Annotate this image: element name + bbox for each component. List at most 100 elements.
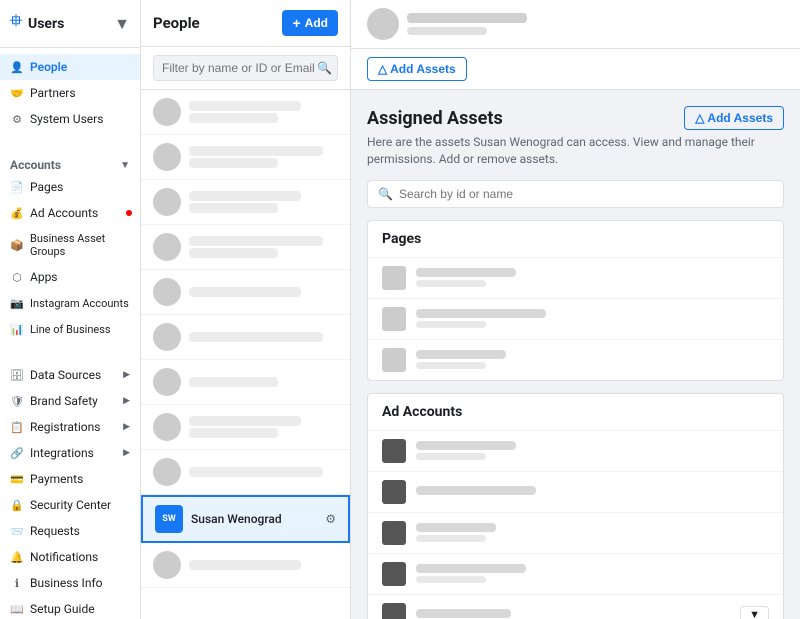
- people-info: [189, 189, 338, 215]
- asset-info: [416, 564, 769, 583]
- selected-user-name: Susan Wenograd: [191, 512, 321, 526]
- sidebar-label-system-users: System Users: [30, 112, 103, 126]
- avatar: [153, 233, 181, 261]
- people-info: [189, 285, 338, 299]
- add-assets-button-2[interactable]: △ Add Assets: [684, 106, 784, 130]
- sidebar-expand-icon[interactable]: ▼: [114, 14, 130, 34]
- people-icon: 👤: [10, 60, 24, 74]
- list-item[interactable]: [141, 450, 350, 495]
- asset-item: [368, 431, 783, 472]
- sidebar-item-people[interactable]: 👤 People: [0, 54, 140, 80]
- blurred-name: [189, 467, 323, 477]
- sidebar-item-setup-guide[interactable]: 📖 Setup Guide: [0, 596, 140, 619]
- list-item-selected[interactable]: SW Susan Wenograd ⚙: [141, 495, 350, 543]
- blurred-sub: [189, 158, 278, 168]
- people-info: [189, 330, 338, 344]
- blurred-name: [189, 560, 301, 570]
- sidebar-item-pages[interactable]: 📄 Pages: [0, 174, 140, 200]
- ad-accounts-section: Ad Accounts: [367, 393, 784, 619]
- avatar: [153, 188, 181, 216]
- right-top-sub-bar: [407, 27, 487, 35]
- avatar: [153, 368, 181, 396]
- sidebar-item-ad-accounts[interactable]: 💰 Ad Accounts: [0, 200, 140, 226]
- people-info: [189, 375, 338, 389]
- sidebar-item-brand-safety[interactable]: 🛡 Brand Safety ▶: [0, 388, 140, 414]
- sidebar-item-registrations[interactable]: 📋 Registrations ▶: [0, 414, 140, 440]
- list-item[interactable]: [141, 543, 350, 588]
- list-item[interactable]: [141, 270, 350, 315]
- asset-info: [416, 350, 769, 369]
- accounts-section-label: Accounts ▼: [0, 152, 140, 174]
- sidebar-item-instagram-accounts[interactable]: 📷 Instagram Accounts: [0, 290, 140, 316]
- sidebar-item-line-of-business[interactable]: 📊 Line of Business: [0, 316, 140, 342]
- search-input[interactable]: [153, 55, 338, 81]
- middle-panel: People + Add 🔍: [141, 0, 351, 619]
- system-users-icon: ⚙: [10, 112, 24, 126]
- sidebar-item-security-center[interactable]: 🔒 Security Center: [0, 492, 140, 518]
- add-button[interactable]: + Add: [282, 10, 338, 36]
- asset-sub-bar: [416, 576, 486, 583]
- middle-title: People: [153, 14, 200, 32]
- list-item[interactable]: [141, 315, 350, 360]
- asset-name-bar: [416, 564, 526, 573]
- blurred-sub: [189, 113, 278, 123]
- list-item[interactable]: [141, 405, 350, 450]
- middle-header: People + Add: [141, 0, 350, 47]
- list-item[interactable]: [141, 360, 350, 405]
- blurred-name: [189, 236, 323, 246]
- asset-action-button[interactable]: ▼: [740, 606, 769, 619]
- asset-search-input[interactable]: [399, 187, 773, 201]
- brand-safety-icon: 🛡: [10, 394, 24, 408]
- asset-sub-bar: [416, 453, 486, 460]
- asset-search-icon: 🔍: [378, 187, 393, 201]
- sidebar-item-integrations[interactable]: 🔗 Integrations ▶: [0, 440, 140, 466]
- sidebar-item-data-sources[interactable]: 🗄 Data Sources ▶: [0, 362, 140, 388]
- asset-name-bar: [416, 350, 506, 359]
- asset-name-bar: [416, 523, 496, 532]
- list-item[interactable]: [141, 225, 350, 270]
- asset-sub-bar: [416, 362, 486, 369]
- sidebar-item-notifications[interactable]: 🔔 Notifications: [0, 544, 140, 570]
- integrations-icon: 🔗: [10, 446, 24, 460]
- avatar: [153, 323, 181, 351]
- registrations-expand-icon: ▶: [123, 422, 130, 432]
- avatar-sw: SW: [155, 505, 183, 533]
- asset-name-bar: [416, 309, 546, 318]
- requests-icon: 📨: [10, 524, 24, 538]
- payments-icon: 💳: [10, 472, 24, 486]
- sidebar-item-partners[interactable]: 🤝 Partners: [0, 80, 140, 106]
- blurred-name: [189, 101, 301, 111]
- list-item[interactable]: [141, 90, 350, 135]
- pages-section-title: Pages: [368, 221, 783, 258]
- sidebar-item-system-users[interactable]: ⚙ System Users: [0, 106, 140, 132]
- people-list: SW Susan Wenograd ⚙: [141, 90, 350, 619]
- accounts-expand-icon[interactable]: ▼: [120, 160, 130, 171]
- assigned-desc: Here are the assets Susan Wenograd can a…: [367, 134, 784, 168]
- sidebar-item-apps[interactable]: ⬡ Apps: [0, 264, 140, 290]
- asset-info: [416, 309, 769, 328]
- sidebar-item-requests[interactable]: 📨 Requests: [0, 518, 140, 544]
- right-panel: △ Add Assets Assigned Assets △ Add Asset…: [351, 0, 800, 619]
- list-item[interactable]: [141, 180, 350, 225]
- asset-info: [416, 441, 769, 460]
- asset-item: [368, 472, 783, 513]
- asset-item: [368, 340, 783, 380]
- asset-item: ▼: [368, 595, 783, 619]
- ad-accounts-badge: [126, 210, 132, 216]
- instagram-icon: 📷: [10, 296, 24, 310]
- asset-thumb: [382, 266, 406, 290]
- sidebar-item-payments[interactable]: 💳 Payments: [0, 466, 140, 492]
- assigned-assets: Assigned Assets △ Add Assets Here are th…: [351, 90, 800, 619]
- add-assets-button[interactable]: △ Add Assets: [367, 57, 467, 81]
- asset-item: [368, 299, 783, 340]
- asset-thumb: [382, 521, 406, 545]
- sidebar-item-business-info[interactable]: ℹ Business Info: [0, 570, 140, 596]
- asset-info: [416, 609, 740, 619]
- blurred-sub: [189, 248, 278, 258]
- gear-icon[interactable]: ⚙: [325, 512, 336, 526]
- list-item[interactable]: [141, 135, 350, 180]
- sidebar-item-business-asset-groups[interactable]: 📦 Business Asset Groups: [0, 226, 140, 264]
- asset-thumb: [382, 603, 406, 619]
- asset-name-bar: [416, 441, 516, 450]
- blurred-name: [189, 146, 323, 156]
